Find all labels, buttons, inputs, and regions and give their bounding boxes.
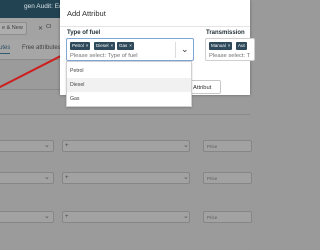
chevron-down-icon: ⌄: [183, 142, 189, 149]
tab-free-attributes[interactable]: Free attributes: [22, 45, 61, 51]
price-placeholder: Price: [207, 144, 218, 149]
chevron-down-icon: ⌄: [44, 142, 50, 149]
dialog-header: Add Attribut: [60, 0, 250, 27]
remove-chip-icon[interactable]: ×: [86, 43, 89, 48]
option-gas[interactable]: Gas: [67, 92, 191, 106]
chip-label: Diesel: [96, 43, 109, 48]
fuel-type-select[interactable]: Petrol × Diesel × Gas × Please select: Type…: [66, 38, 194, 61]
close-button[interactable]: Cl: [46, 22, 54, 35]
save-new-button[interactable]: e & New: [0, 22, 27, 35]
fuel-type-dropdown: Petrol Diesel Gas: [66, 61, 192, 107]
remove-chip-icon[interactable]: ×: [111, 43, 114, 48]
chevron-down-icon: ⌄: [44, 174, 50, 181]
chip-petrol: Petrol ×: [70, 42, 91, 50]
remove-chip-icon[interactable]: ×: [129, 43, 132, 48]
chip-gas: Gas ×: [117, 42, 134, 50]
option-petrol[interactable]: Petrol: [67, 64, 191, 78]
add-icon[interactable]: +: [65, 214, 69, 220]
chip-manual: Manual ×: [209, 42, 233, 50]
add-attribute-button[interactable]: Attribut: [188, 80, 221, 94]
value-select[interactable]: [62, 172, 190, 184]
fuel-type-label: Type of fuel: [67, 30, 101, 36]
remove-chip-icon[interactable]: ×: [228, 43, 231, 48]
chevron-down-icon: ⌄: [183, 213, 189, 220]
add-icon[interactable]: +: [65, 143, 69, 149]
divider: [0, 114, 250, 115]
price-placeholder: Price: [207, 215, 218, 220]
transmission-label: Transmission: [206, 30, 245, 36]
divider: [175, 42, 176, 58]
add-icon[interactable]: +: [65, 175, 69, 181]
close-icon: ✕: [38, 26, 44, 32]
option-diesel[interactable]: Diesel: [67, 78, 191, 92]
chip-label: Manual: [211, 43, 226, 48]
chip-label: Petrol: [72, 43, 84, 48]
price-placeholder: Price: [207, 176, 218, 181]
transmission-select[interactable]: Manual × Aut Please select: T: [205, 38, 255, 61]
chip-label: Aut: [238, 43, 245, 48]
tab-attributes[interactable]: utes: [0, 45, 11, 54]
dialog-title: Add Attribut: [67, 9, 106, 18]
chip-automatic: Aut: [236, 42, 247, 50]
value-select[interactable]: [62, 211, 190, 223]
transmission-placeholder[interactable]: Please select: T: [209, 53, 250, 59]
chip-diesel: Diesel ×: [94, 42, 116, 50]
chevron-down-icon: ⌄: [183, 174, 189, 181]
value-select[interactable]: [62, 140, 190, 152]
fuel-type-placeholder[interactable]: Please select: Type of fuel: [70, 53, 138, 59]
chevron-down-icon[interactable]: ⌄: [181, 45, 189, 54]
chevron-down-icon: ⌄: [44, 213, 50, 220]
chip-label: Gas: [119, 43, 128, 48]
